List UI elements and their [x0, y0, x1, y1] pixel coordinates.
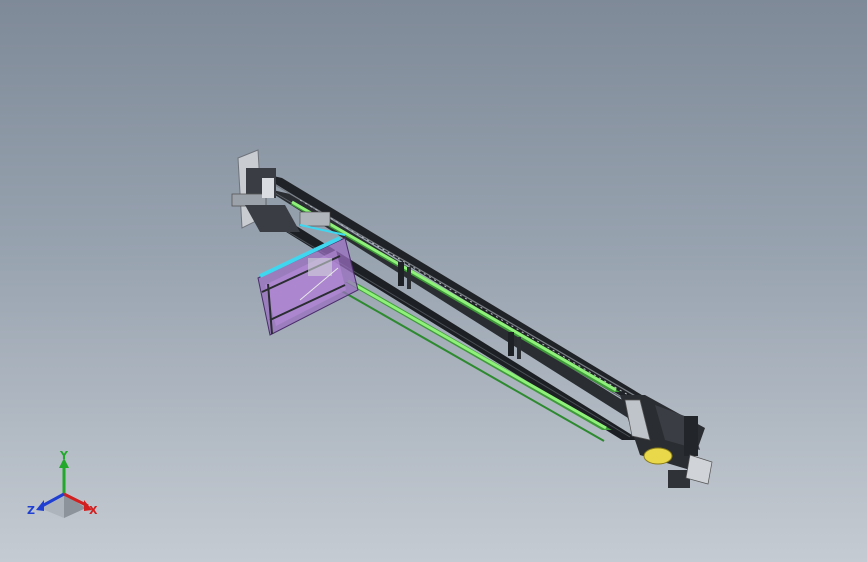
- y-axis-label: Y: [60, 449, 68, 462]
- right-drive-unit[interactable]: [620, 395, 713, 488]
- gripper-assembly[interactable]: [257, 236, 359, 336]
- x-axis-label: X: [89, 504, 98, 517]
- graphics-viewport[interactable]: Y X Z: [0, 0, 867, 562]
- z-axis-label: Z: [27, 504, 35, 517]
- view-triad[interactable]: Y X Z: [26, 448, 106, 528]
- cad-model-view[interactable]: [0, 0, 867, 562]
- motor-base-disc[interactable]: [643, 447, 673, 465]
